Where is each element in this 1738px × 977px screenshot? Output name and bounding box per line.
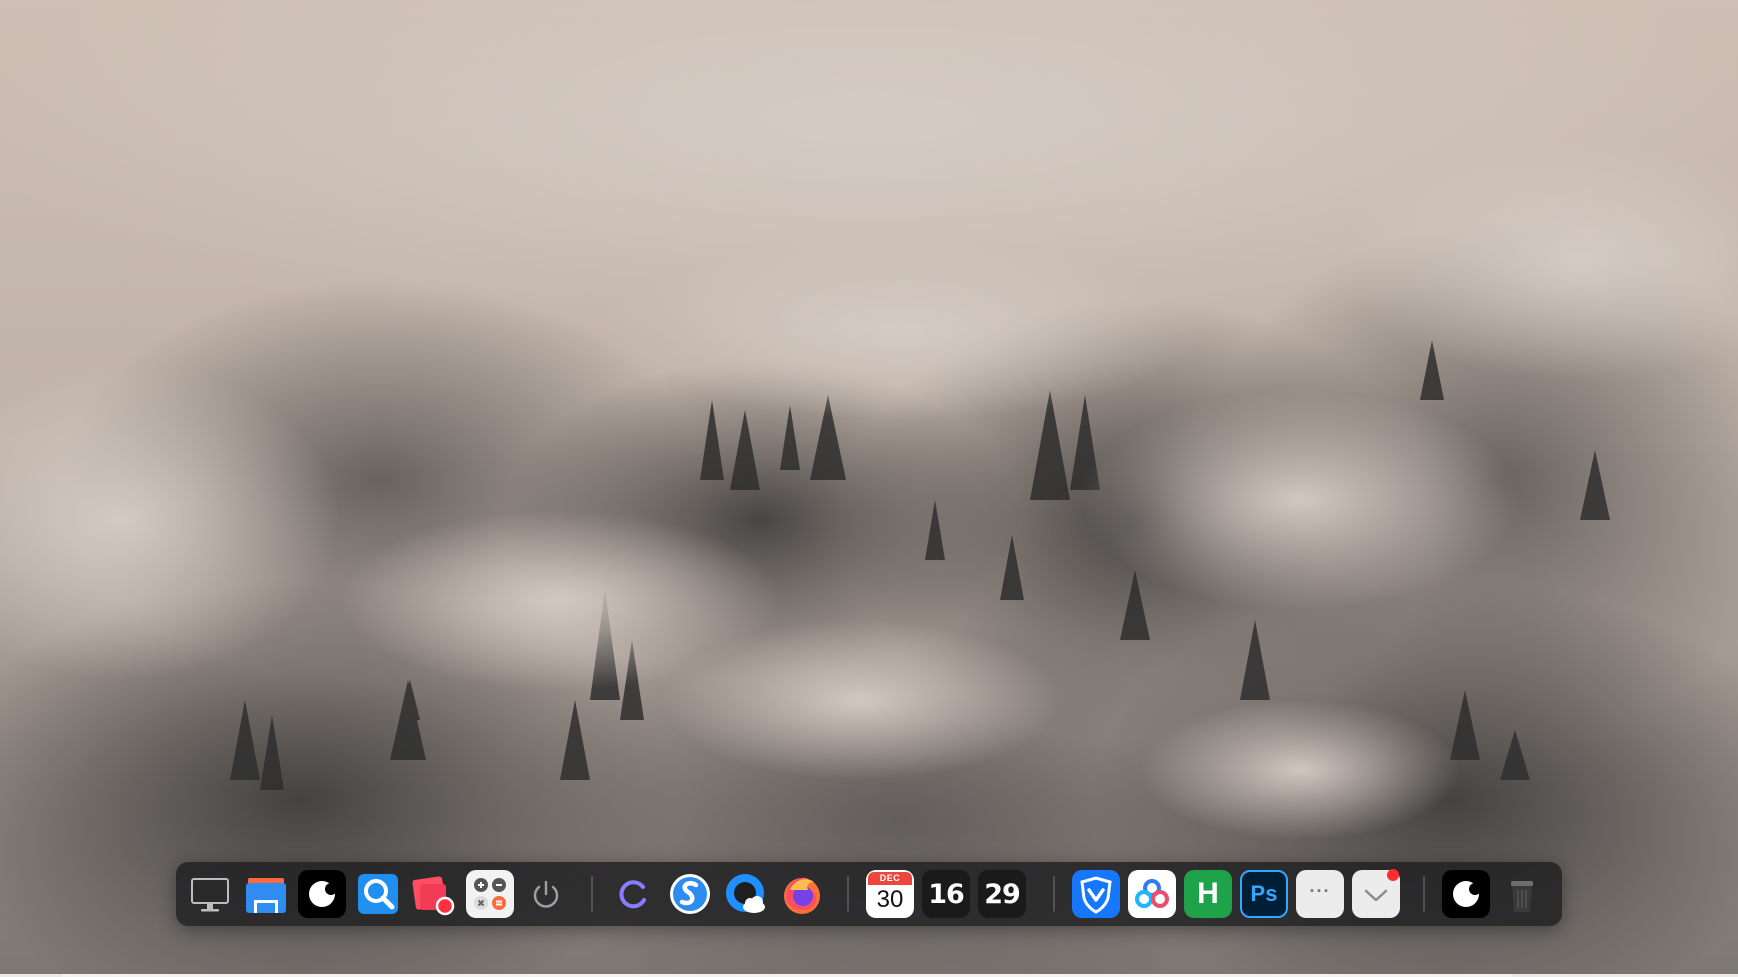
more-icon: ··· xyxy=(1309,880,1331,901)
dock-item-app-circle-2[interactable] xyxy=(1442,870,1490,918)
dock-item-browser-s[interactable] xyxy=(666,870,714,918)
calendar-icon: DEC 30 xyxy=(868,872,912,916)
ps-icon: Ps xyxy=(1250,881,1278,906)
shield-check-icon xyxy=(1080,876,1112,914)
dock-item-clock-hour[interactable]: 16 xyxy=(922,870,970,918)
power-icon xyxy=(533,880,559,908)
calculator-icon xyxy=(474,878,506,910)
firefox-icon xyxy=(784,877,820,914)
dock-item-browser-cloud[interactable] xyxy=(722,870,770,918)
dock-item-firefox[interactable] xyxy=(778,870,826,918)
dock: DEC 30 16 29 H Ps ··· xyxy=(176,862,1562,926)
folder-icon xyxy=(246,878,286,913)
monitor-icon xyxy=(191,878,229,912)
dock-item-show-desktop[interactable] xyxy=(186,870,234,918)
dock-item-mail[interactable] xyxy=(1352,869,1400,918)
dock-item-vpn[interactable] xyxy=(1072,870,1120,918)
dock-item-trash[interactable] xyxy=(1498,870,1546,918)
dock-separator xyxy=(1053,876,1055,912)
dock-item-app-circle-1[interactable] xyxy=(298,870,346,918)
h-icon: H xyxy=(1197,877,1219,910)
s-browser-icon xyxy=(670,874,710,914)
screenshot-icon xyxy=(412,876,455,916)
dock-item-netdisk[interactable] xyxy=(1128,870,1176,918)
dock-separator xyxy=(1423,876,1425,912)
calendar-month: DEC xyxy=(879,873,901,883)
minute-icon: 29 xyxy=(984,878,1021,910)
trash-icon xyxy=(1511,881,1533,912)
dock-item-hbuilder[interactable]: H xyxy=(1184,870,1232,918)
dock-item-clock-minute[interactable]: 29 xyxy=(978,870,1026,918)
dock-item-calculator[interactable] xyxy=(466,870,514,918)
cloud-rings-icon xyxy=(1135,879,1169,908)
dock-item-calendar[interactable]: DEC 30 xyxy=(866,870,914,918)
dock-item-photoshop[interactable]: Ps xyxy=(1240,870,1288,918)
dock-separator xyxy=(847,876,849,912)
circle-icon xyxy=(1453,881,1481,907)
hour-icon: 16 xyxy=(928,878,965,910)
calendar-day: 30 xyxy=(876,886,904,913)
dock-separator xyxy=(591,876,593,912)
dock-item-file-manager[interactable] xyxy=(242,870,290,918)
dock-item-loading[interactable] xyxy=(610,870,658,918)
dock-item-screenshot[interactable] xyxy=(410,870,458,918)
dock-item-search[interactable] xyxy=(354,870,402,918)
spinner-icon xyxy=(619,880,646,909)
desktop-wallpaper xyxy=(0,0,1738,977)
dock-item-power[interactable] xyxy=(522,870,570,918)
cloud-browser-icon xyxy=(726,874,765,913)
search-icon xyxy=(358,874,398,914)
dock-item-more-apps[interactable]: ··· xyxy=(1296,870,1344,918)
notification-badge xyxy=(1387,869,1399,881)
circle-icon xyxy=(309,881,337,907)
